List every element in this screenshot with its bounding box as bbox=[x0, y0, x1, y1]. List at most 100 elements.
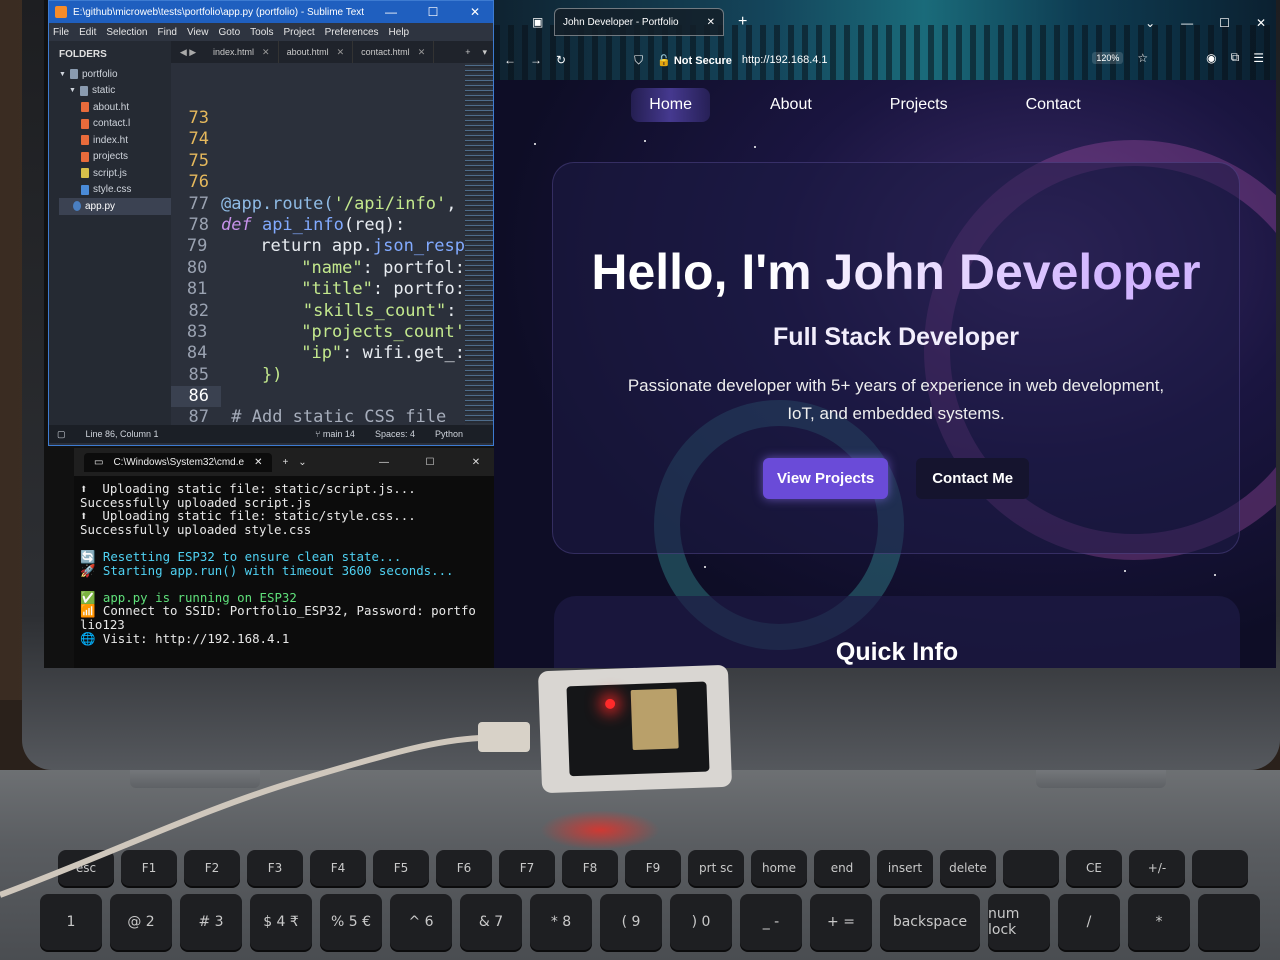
key[interactable]: $ 4 ₹ bbox=[250, 894, 312, 950]
menu-goto[interactable]: Goto bbox=[218, 27, 240, 38]
key[interactable]: # 3 bbox=[180, 894, 242, 950]
chevron-down-icon[interactable]: ⌄ bbox=[298, 457, 306, 468]
close-icon[interactable]: ✕ bbox=[1256, 16, 1266, 30]
code-area[interactable]: 73 74 75 76 77 @app.route('/api/info', 78 def a… bbox=[171, 63, 465, 425]
key[interactable]: + = bbox=[810, 894, 872, 950]
key[interactable]: F1 bbox=[121, 850, 177, 886]
code-line[interactable]: 85 }) bbox=[171, 365, 465, 386]
account-icon[interactable]: ◉ bbox=[1206, 51, 1216, 65]
close-tab-icon[interactable]: ✕ bbox=[707, 17, 715, 28]
terminal-tab[interactable]: ▭ C:\Windows\System32\cmd.e ✕ bbox=[84, 452, 273, 472]
key[interactable]: * 8 bbox=[530, 894, 592, 950]
key[interactable]: F3 bbox=[247, 850, 303, 886]
key[interactable]: * bbox=[1128, 894, 1190, 950]
code-line[interactable]: 82 "skills_count": bbox=[171, 301, 465, 322]
menu-tools[interactable]: Tools bbox=[250, 27, 273, 38]
sidebar-item-script[interactable]: script.js bbox=[59, 165, 171, 182]
code-line[interactable]: 79 return app. json_resp bbox=[171, 236, 465, 257]
key[interactable]: backspace bbox=[880, 894, 980, 950]
chevron-down-icon[interactable]: ⌄ bbox=[1145, 16, 1155, 30]
zoom-level[interactable]: 120% bbox=[1092, 51, 1124, 64]
nav-projects[interactable]: Projects bbox=[872, 88, 966, 122]
key[interactable]: ( 9 bbox=[600, 894, 662, 950]
browser-tab[interactable]: John Developer - Portfolio ✕ bbox=[554, 8, 724, 36]
nav-home[interactable]: Home bbox=[631, 88, 710, 122]
key[interactable]: F4 bbox=[310, 850, 366, 886]
key[interactable]: delete bbox=[940, 850, 996, 886]
extensions-icon[interactable]: ⧉ bbox=[1231, 50, 1240, 65]
sidebar-item-portfolio[interactable]: ▼ portfolio bbox=[59, 66, 171, 83]
forward-arrow-icon[interactable]: → bbox=[530, 53, 542, 67]
url-bar[interactable]: 🔓 Not Secure http://192.168.4.1 bbox=[657, 54, 827, 67]
view-projects-button[interactable]: View Projects bbox=[762, 458, 889, 499]
close-icon[interactable]: ✕ bbox=[457, 5, 493, 19]
menu-edit[interactable]: Edit bbox=[79, 27, 96, 38]
sidebar-item-contact[interactable]: contact.l bbox=[59, 116, 171, 133]
sidebar-item-projects[interactable]: projects bbox=[59, 149, 171, 166]
code-line[interactable]: 74 bbox=[171, 129, 465, 150]
key[interactable]: 1 bbox=[40, 894, 102, 950]
syntax-selector[interactable]: Python bbox=[435, 429, 493, 439]
key[interactable]: F9 bbox=[625, 850, 681, 886]
code-line[interactable]: 78 def api_info (req): bbox=[171, 215, 465, 236]
key[interactable]: CE bbox=[1066, 850, 1122, 886]
code-line[interactable]: 80 "name": portfol: bbox=[171, 258, 465, 279]
key[interactable]: F7 bbox=[499, 850, 555, 886]
key[interactable]: _ - bbox=[740, 894, 802, 950]
key[interactable]: num lock bbox=[988, 894, 1050, 950]
git-branch[interactable]: ⑂ main 14 bbox=[315, 429, 355, 439]
key[interactable]: F6 bbox=[436, 850, 492, 886]
minimize-icon[interactable]: — bbox=[366, 457, 402, 468]
bookmark-star-icon[interactable]: ☆ bbox=[1137, 51, 1148, 65]
nav-about[interactable]: About bbox=[752, 88, 830, 122]
menu-selection[interactable]: Selection bbox=[106, 27, 147, 38]
sidebar-item-index[interactable]: index.ht bbox=[59, 132, 171, 149]
tab-index-html[interactable]: index.html ✕ bbox=[205, 41, 279, 63]
new-tab-icon[interactable]: + bbox=[459, 47, 476, 57]
nav-contact[interactable]: Contact bbox=[1008, 88, 1099, 122]
menu-icon[interactable]: ☰ bbox=[1253, 51, 1264, 65]
tab-contact-html[interactable]: contact.html ✕ bbox=[353, 41, 435, 63]
tab-nav-arrows-icon[interactable]: ◀ ▶ bbox=[171, 47, 205, 58]
key[interactable]: esc bbox=[58, 850, 114, 886]
not-secure-indicator[interactable]: 🔓 Not Secure bbox=[657, 54, 732, 67]
key[interactable] bbox=[1198, 894, 1260, 950]
key[interactable] bbox=[1192, 850, 1248, 886]
maximize-icon[interactable]: ☐ bbox=[415, 5, 451, 19]
key[interactable]: / bbox=[1058, 894, 1120, 950]
key[interactable]: end bbox=[814, 850, 870, 886]
key[interactable]: ) 0 bbox=[670, 894, 732, 950]
key[interactable] bbox=[1003, 850, 1059, 886]
new-tab-icon[interactable]: + bbox=[738, 13, 747, 31]
close-tab-icon[interactable]: ✕ bbox=[254, 457, 262, 468]
menu-help[interactable]: Help bbox=[389, 27, 410, 38]
close-icon[interactable]: ✕ bbox=[458, 457, 494, 468]
code-line[interactable]: 83 "projects_count' bbox=[171, 322, 465, 343]
key[interactable]: % 5 € bbox=[320, 894, 382, 950]
sidebar-item-style[interactable]: style.css bbox=[59, 182, 171, 199]
reload-icon[interactable]: ↻ bbox=[556, 53, 566, 67]
new-tab-icon[interactable]: + bbox=[282, 457, 288, 468]
close-tab-icon[interactable]: ✕ bbox=[337, 47, 345, 58]
shield-icon[interactable]: ⛉ bbox=[634, 53, 643, 68]
sidebar-item-about[interactable]: about.ht bbox=[59, 99, 171, 116]
key[interactable]: insert bbox=[877, 850, 933, 886]
menu-view[interactable]: View bbox=[187, 27, 209, 38]
maximize-icon[interactable]: ☐ bbox=[412, 457, 448, 468]
code-line[interactable]: 76 bbox=[171, 172, 465, 193]
code-editor[interactable]: ◀ ▶ index.html ✕ about.html ✕ contact.html… bbox=[171, 41, 493, 425]
key[interactable]: home bbox=[751, 850, 807, 886]
code-line[interactable]: 87 # Add static CSS file bbox=[171, 407, 465, 425]
indentation-setting[interactable]: Spaces: 4 bbox=[375, 429, 415, 439]
key[interactable]: F2 bbox=[184, 850, 240, 886]
sidebar-item-static[interactable]: ▼ static bbox=[59, 83, 171, 100]
key[interactable]: +/- bbox=[1129, 850, 1185, 886]
tab-list-icon[interactable]: ▣ bbox=[532, 15, 543, 29]
tab-about-html[interactable]: about.html ✕ bbox=[279, 41, 354, 63]
close-tab-icon[interactable]: ✕ bbox=[262, 47, 270, 58]
panel-toggle-icon[interactable]: ▢ bbox=[57, 429, 66, 440]
menu-find[interactable]: Find bbox=[158, 27, 177, 38]
code-line[interactable]: 81 "title": portfo: bbox=[171, 279, 465, 300]
minimize-icon[interactable]: — bbox=[1181, 16, 1193, 30]
minimize-icon[interactable]: — bbox=[373, 5, 409, 19]
